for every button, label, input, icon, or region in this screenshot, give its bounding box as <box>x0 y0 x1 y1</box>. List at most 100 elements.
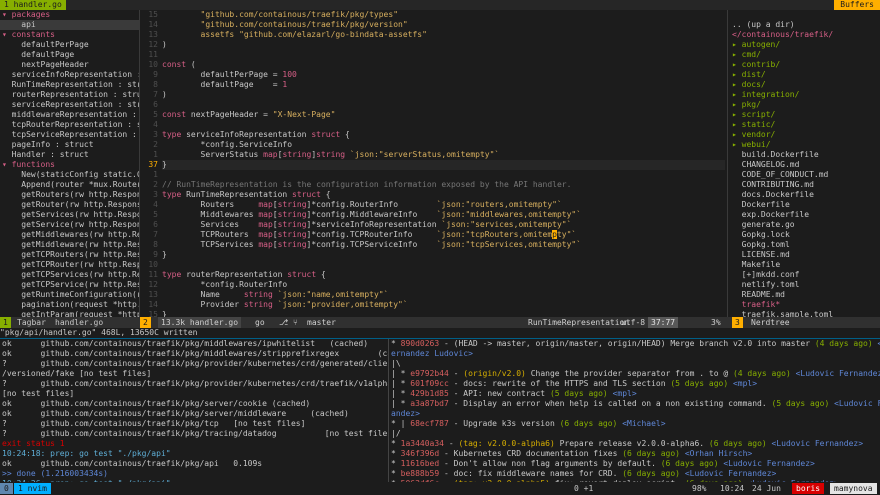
nerdtree-entry[interactable]: docs.Dockerfile <box>728 190 880 200</box>
nerdtree-entry[interactable]: ▸ script/ <box>728 110 880 120</box>
buffers-label[interactable]: Buffers <box>834 0 880 10</box>
nerdtree-entry[interactable]: Dockerfile <box>728 200 880 210</box>
nerdtree-entry[interactable]: ▸ static/ <box>728 120 880 130</box>
tagbar-panel[interactable]: ▾ packages api ▾ constants defaultPerPage… <box>0 10 139 317</box>
tagbar-item[interactable]: nextPageHeader <box>0 60 139 70</box>
code-line[interactable]: defaultPerPage = 100 <box>162 70 725 80</box>
code-line[interactable]: } <box>162 250 725 260</box>
tagbar-item[interactable]: ▾ constants <box>0 30 139 40</box>
code-line[interactable]: } <box>162 160 725 170</box>
tagbar-item[interactable]: tcpServiceRepresentation : s <box>0 130 139 140</box>
tagbar-item[interactable]: pageInfo : struct <box>0 140 139 150</box>
code-line[interactable]: type serviceInfoRepresentation struct { <box>162 130 725 140</box>
nerdtree-entry[interactable]: Gopkg.toml <box>728 240 880 250</box>
code-line[interactable]: } <box>162 310 725 317</box>
code-line[interactable]: Routers map[string]*config.RouterInfo `j… <box>162 200 725 210</box>
code-line[interactable]: Name string `json:"name,omitempty"` <box>162 290 725 300</box>
code-line[interactable]: defaultPage = 1 <box>162 80 725 90</box>
tagbar-item[interactable]: routerRepresentation : struc <box>0 90 139 100</box>
tagbar-item[interactable]: getMiddlewares(rw http.Res <box>0 230 139 240</box>
code-line[interactable]: Services map[string]*serviceInfoRepresen… <box>162 220 725 230</box>
code-line[interactable]: *config.RouterInfo <box>162 280 725 290</box>
tagbar-item[interactable]: serviceInfoRepresentation : <box>0 70 139 80</box>
code-line[interactable]: ServerStatus map[string]string `json:"se… <box>162 150 725 160</box>
nerdtree-entry[interactable]: CONTRIBUTING.md <box>728 180 880 190</box>
nerdtree-entry[interactable]: Gopkg.lock <box>728 230 880 240</box>
nerdtree-entry[interactable]: traefik.sample.toml <box>728 310 880 317</box>
nerdtree-entry[interactable]: ▸ cmd/ <box>728 50 880 60</box>
code-line[interactable]: TCPServices map[string]*config.TCPServic… <box>162 240 725 250</box>
code-line[interactable]: TCPRouters map[string]*config.TCPRouterI… <box>162 230 725 240</box>
nerdtree-entry[interactable]: ▸ dist/ <box>728 70 880 80</box>
code-line[interactable]: ) <box>162 40 725 50</box>
nerdtree-entry[interactable]: CODE_OF_CONDUCT.md <box>728 170 880 180</box>
tagbar-item[interactable]: getTCPRouters(rw http.Resp <box>0 250 139 260</box>
tagbar-item[interactable]: getService(rw http.Respons <box>0 220 139 230</box>
code-line[interactable]: type routerRepresentation struct { <box>162 270 725 280</box>
tagbar-item[interactable]: defaultPerPage <box>0 40 139 50</box>
code-line[interactable] <box>162 170 725 180</box>
nerdtree-entry[interactable]: ▸ pkg/ <box>728 100 880 110</box>
nerdtree-entry[interactable]: ▸ contrib/ <box>728 60 880 70</box>
tagbar-item[interactable]: ▾ packages <box>0 10 139 20</box>
code-line[interactable] <box>162 120 725 130</box>
code-line[interactable]: type RunTimeRepresentation struct { <box>162 190 725 200</box>
tagbar-item[interactable]: pagination(request *http.R <box>0 300 139 310</box>
tagbar-item[interactable]: RunTimeRepresentation : struc <box>0 80 139 90</box>
nerdtree-entry[interactable]: ▸ docs/ <box>728 80 880 90</box>
terminal-test-output[interactable]: ok github.com/containous/traefik/pkg/mid… <box>0 339 388 482</box>
code-line[interactable] <box>162 50 725 60</box>
tagbar-item[interactable]: getTCPServices(rw http.Res <box>0 270 139 280</box>
code-line[interactable]: const ( <box>162 60 725 70</box>
nerdtree-entry[interactable]: generate.go <box>728 220 880 230</box>
command-line[interactable]: "pkg/api/handler.go" 468L, 13650C writte… <box>0 328 880 338</box>
code-line[interactable] <box>162 100 725 110</box>
nerdtree-panel[interactable]: .. (up a dir) </containous/traefik/▸ auto… <box>728 10 880 317</box>
nerdtree-entry[interactable]: LICENSE.md <box>728 250 880 260</box>
tagbar-item[interactable]: getMiddleware(rw http.Resp <box>0 240 139 250</box>
tmux-window-nvim[interactable]: 1 nvim <box>14 483 51 494</box>
nerdtree-entry[interactable]: </containous/traefik/ <box>728 30 880 40</box>
tagbar-item[interactable]: getRouters(rw http.Respons <box>0 190 139 200</box>
tagbar-item[interactable]: getRuntimeConfiguration(rw <box>0 290 139 300</box>
nerdtree-entry[interactable]: traefik* <box>728 300 880 310</box>
nerdtree-entry[interactable]: ▸ vendor/ <box>728 130 880 140</box>
terminal-git-log[interactable]: * 890d0263 - (HEAD -> master, origin/mas… <box>389 339 880 482</box>
code-area[interactable]: "github.com/containous/traefik/pkg/types… <box>162 10 725 317</box>
tagbar-item[interactable]: getServices(rw http.Respon <box>0 210 139 220</box>
editor-pane[interactable]: 15 14 13 12 11 10 9 8 7 6 5 4 3 2 1 37 1 2 3 4 5 6 7 8 9 10 11 12 13… <box>140 10 727 317</box>
tagbar-item[interactable]: Append(router *mux.Router) <box>0 180 139 190</box>
code-line[interactable]: *config.ServiceInfo <box>162 140 725 150</box>
code-line[interactable]: "github.com/containous/traefik/pkg/versi… <box>162 20 725 30</box>
nerdtree-entry[interactable] <box>728 10 880 20</box>
code-line[interactable]: assetfs "github.com/elazarl/go-bindata-a… <box>162 30 725 40</box>
tab-handler-go[interactable]: 1 handler.go <box>0 0 66 10</box>
nerdtree-entry[interactable]: ▸ webui/ <box>728 140 880 150</box>
tagbar-item[interactable]: getTCPRouter(rw http.Respo <box>0 260 139 270</box>
code-line[interactable] <box>162 260 725 270</box>
nerdtree-entry[interactable]: ▸ integration/ <box>728 90 880 100</box>
code-line[interactable]: ) <box>162 90 725 100</box>
nerdtree-entry[interactable]: Makefile <box>728 260 880 270</box>
nerdtree-entry[interactable]: [+]mkdd.conf <box>728 270 880 280</box>
tagbar-item[interactable]: New(staticConfig static.Co <box>0 170 139 180</box>
tagbar-item[interactable]: getTCPService(rw http.Resp <box>0 280 139 290</box>
tagbar-item[interactable]: getIntParam(request *http. <box>0 310 139 317</box>
tmux-session[interactable]: 0 <box>0 483 13 494</box>
nerdtree-entry[interactable]: ▸ autogen/ <box>728 40 880 50</box>
tagbar-item[interactable]: api <box>0 20 139 30</box>
tagbar-item[interactable]: ▾ functions <box>0 160 139 170</box>
code-line[interactable]: // RunTimeRepresentation is the configur… <box>162 180 725 190</box>
nerdtree-entry[interactable]: netlify.toml <box>728 280 880 290</box>
nerdtree-entry[interactable]: exp.Dockerfile <box>728 210 880 220</box>
code-line[interactable]: Provider string `json:"provider,omitempt… <box>162 300 725 310</box>
tagbar-item[interactable]: serviceRepresentation : stru <box>0 100 139 110</box>
tagbar-item[interactable]: Handler : struct <box>0 150 139 160</box>
nerdtree-entry[interactable]: CHANGELOG.md <box>728 160 880 170</box>
tagbar-item[interactable]: getRouter(rw http.Response <box>0 200 139 210</box>
code-line[interactable]: Middlewares map[string]*config.Middlewar… <box>162 210 725 220</box>
tagbar-item[interactable]: defaultPage <box>0 50 139 60</box>
tagbar-item[interactable]: middlewareRepresentation : s <box>0 110 139 120</box>
code-line[interactable]: const nextPageHeader = "X-Next-Page" <box>162 110 725 120</box>
code-line[interactable]: "github.com/containous/traefik/pkg/types… <box>162 10 725 20</box>
